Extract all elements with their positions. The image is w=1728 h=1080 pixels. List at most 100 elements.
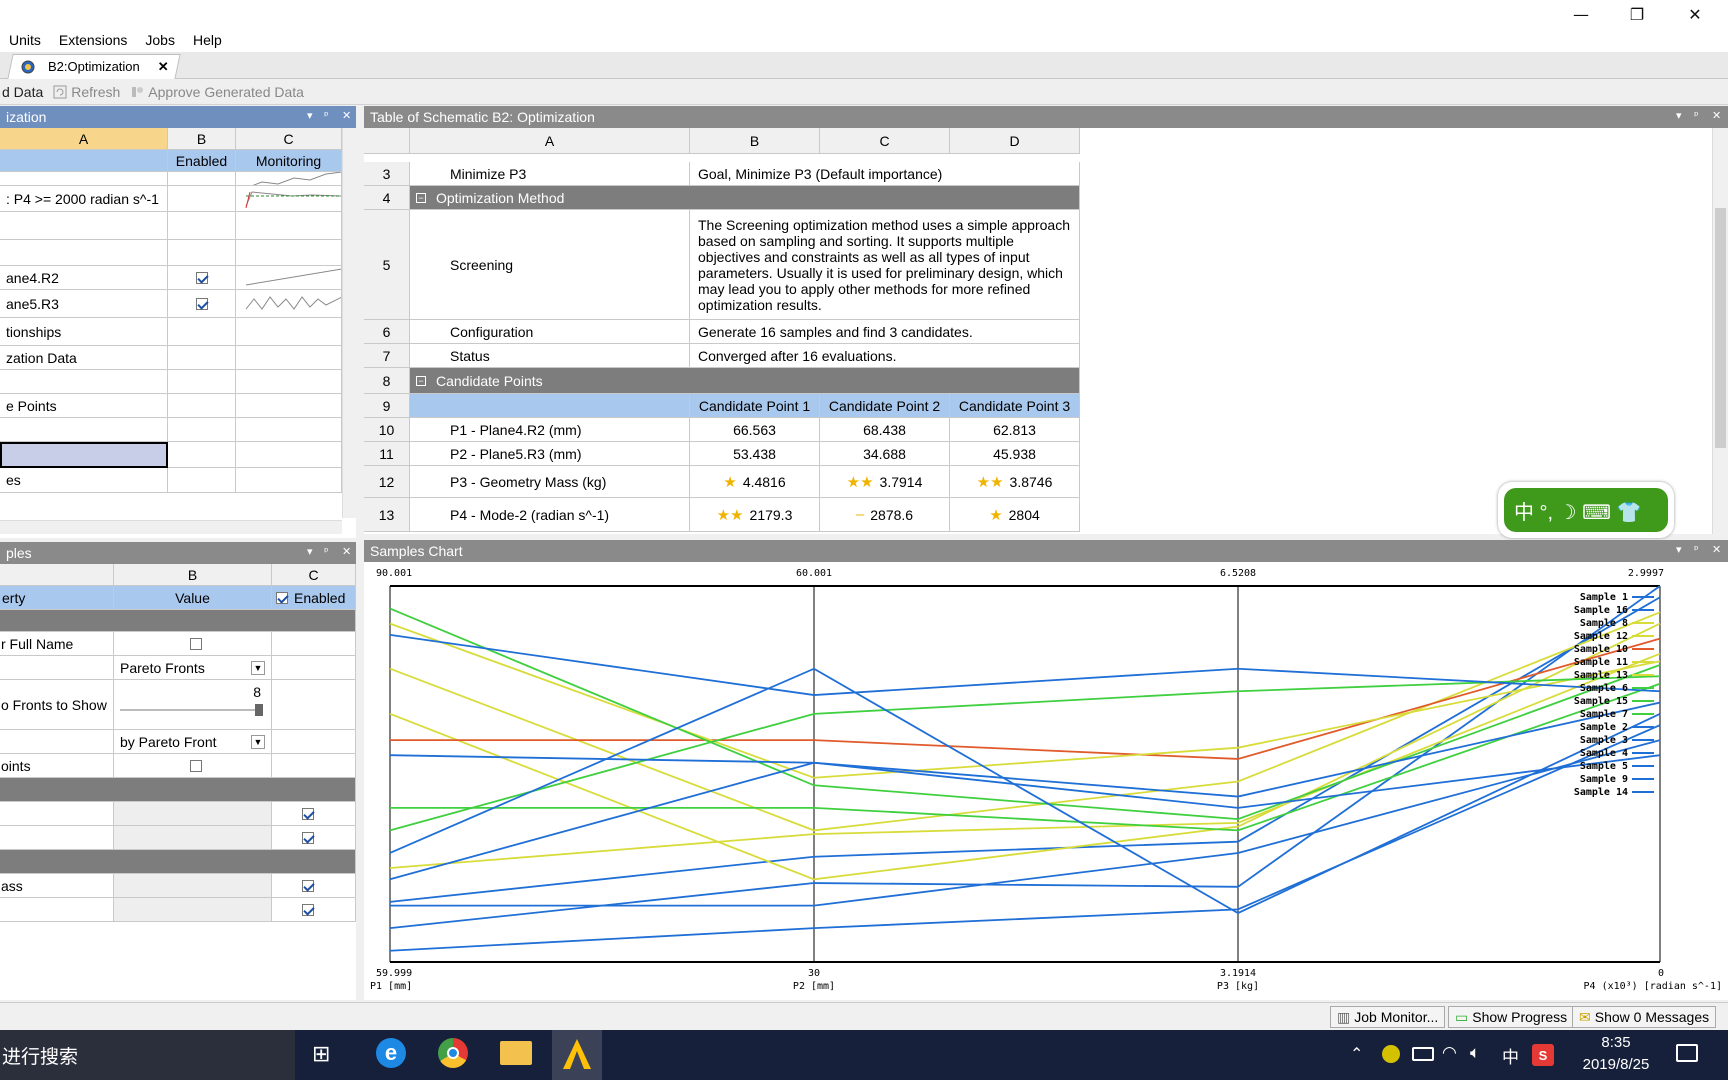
refresh-button[interactable]: Refresh xyxy=(53,84,120,100)
panel-close-icon[interactable]: ✕ xyxy=(1712,109,1721,122)
ansys-taskbar-item[interactable] xyxy=(552,1030,602,1080)
candidate-point-header[interactable]: Candidate Point 3 xyxy=(950,394,1080,418)
menu-units[interactable]: Units xyxy=(0,32,50,48)
pin-icon[interactable]: ᵖ xyxy=(324,109,329,122)
panel-close-icon[interactable]: ✕ xyxy=(342,545,351,558)
outline-row[interactable]: e Points xyxy=(0,394,168,418)
panel-close-icon[interactable]: ✕ xyxy=(1712,543,1721,556)
property-value[interactable]: 8 xyxy=(114,680,272,730)
outline-row[interactable] xyxy=(0,172,168,186)
taskbar-search[interactable]: 进行搜索 xyxy=(0,1030,295,1080)
menu-extensions[interactable]: Extensions xyxy=(50,32,136,48)
property-enabled[interactable] xyxy=(272,680,356,730)
scroll-thumb[interactable] xyxy=(1715,208,1726,448)
enabled-checkbox[interactable] xyxy=(302,903,314,916)
outline-row[interactable]: tionships xyxy=(0,318,168,346)
property-enabled[interactable] xyxy=(272,898,356,922)
ime-language-indicator[interactable]: 中 xyxy=(1502,1043,1519,1068)
ime-floating-bar[interactable]: 中 °, ☽ ⌨ 👕 xyxy=(1498,482,1674,538)
column-header-b[interactable]: B xyxy=(690,128,820,154)
outline-row[interactable] xyxy=(0,418,168,442)
column-header-b[interactable]: B xyxy=(114,564,272,586)
outline-row[interactable] xyxy=(0,212,168,240)
property-value[interactable] xyxy=(114,874,272,898)
enabled-checkbox[interactable] xyxy=(302,831,314,844)
file-explorer-icon[interactable] xyxy=(500,1041,532,1065)
column-header-c[interactable]: C xyxy=(820,128,950,154)
tray-app-icon[interactable] xyxy=(1382,1045,1400,1063)
clock-time[interactable]: 8:35 xyxy=(1566,1034,1666,1051)
pin-icon[interactable]: ᵖ xyxy=(324,545,329,558)
candidate-value[interactable]: ★★ 3.7914 xyxy=(820,466,950,498)
candidate-value[interactable]: –2878.6 xyxy=(820,498,950,532)
property-enabled[interactable] xyxy=(272,826,356,850)
job-monitor-button[interactable]: ▥ Job Monitor... xyxy=(1330,1006,1446,1028)
sogou-icon[interactable]: S xyxy=(1532,1044,1554,1066)
chrome-icon[interactable] xyxy=(438,1038,468,1068)
outline-row[interactable] xyxy=(0,442,168,468)
tab-b2-optimization[interactable]: B2:Optimization ✕ xyxy=(10,54,178,79)
panel-menu-icon[interactable]: ▾ xyxy=(1676,543,1682,556)
notifications-icon[interactable] xyxy=(1676,1044,1698,1062)
edge-icon[interactable]: e xyxy=(376,1038,406,1068)
candidate-point-header[interactable]: Candidate Point 2 xyxy=(820,394,950,418)
pin-icon[interactable]: ᵖ xyxy=(1694,109,1699,122)
property-enabled[interactable] xyxy=(272,730,356,754)
outline-row[interactable] xyxy=(0,370,168,394)
column-header-a[interactable]: A xyxy=(410,128,690,154)
candidate-value[interactable]: ★★ 3.8746 xyxy=(950,466,1080,498)
candidate-value[interactable]: 34.688 xyxy=(820,442,950,466)
outline-row[interactable]: zation Data xyxy=(0,346,168,370)
property-value[interactable] xyxy=(114,898,272,922)
chevron-down-icon[interactable]: ▼ xyxy=(251,734,265,749)
property-enabled[interactable] xyxy=(272,632,356,656)
show-messages-button[interactable]: ✉ Show 0 Messages xyxy=(1572,1006,1717,1028)
approve-generated-data-button[interactable]: Approve Generated Data xyxy=(130,84,304,100)
parallel-chart[interactable]: 90.001 59.999 P1 [mm] 60.001 30 P2 [mm] 6.5208… xyxy=(364,562,1728,1000)
column-header-d[interactable]: D xyxy=(950,128,1080,154)
outline-scrollbar[interactable] xyxy=(342,128,356,518)
panel-menu-icon[interactable]: ▾ xyxy=(307,109,313,122)
pin-icon[interactable]: ᵖ xyxy=(1694,543,1699,556)
property-enabled[interactable] xyxy=(272,754,356,778)
candidate-value[interactable]: 53.438 xyxy=(690,442,820,466)
chevron-up-icon[interactable]: ⌃ xyxy=(1350,1044,1363,1064)
property-value[interactable] xyxy=(114,826,272,850)
property-enabled[interactable] xyxy=(272,802,356,826)
minimize-button[interactable]: — xyxy=(1552,0,1610,28)
section-header[interactable]: − Candidate Points xyxy=(410,368,1080,394)
menu-help[interactable]: Help xyxy=(184,32,231,48)
battery-icon[interactable] xyxy=(1412,1047,1434,1061)
wifi-icon[interactable]: ◠ xyxy=(1442,1043,1457,1063)
panel-menu-icon[interactable]: ▾ xyxy=(1676,109,1682,122)
enabled-checkbox[interactable] xyxy=(302,879,314,892)
panel-menu-icon[interactable]: ▾ xyxy=(307,545,313,558)
outline-row[interactable]: ane5.R3 xyxy=(0,290,168,318)
menu-jobs[interactable]: Jobs xyxy=(136,32,184,48)
outline-hscrollbar[interactable] xyxy=(0,520,342,534)
update-data-button[interactable]: d Data xyxy=(2,84,43,100)
property-value[interactable]: by Pareto Front ▼ xyxy=(114,730,272,754)
property-enabled[interactable] xyxy=(272,656,356,680)
property-value[interactable]: Pareto Fronts ▼ xyxy=(114,656,272,680)
clock-date[interactable]: 2019/8/25 xyxy=(1566,1056,1666,1073)
enable-all-checkbox[interactable] xyxy=(276,591,288,604)
collapse-icon[interactable]: − xyxy=(416,192,426,203)
outline-row[interactable]: : P4 >= 2000 radian s^-1 xyxy=(0,186,168,212)
property-value[interactable] xyxy=(114,632,272,656)
option-checkbox[interactable] xyxy=(189,637,202,650)
candidate-point-header[interactable]: Candidate Point 1 xyxy=(690,394,820,418)
column-header-c[interactable]: C xyxy=(236,128,342,150)
show-progress-button[interactable]: ▭ Show Progress xyxy=(1448,1006,1575,1028)
outline-row[interactable] xyxy=(0,240,168,266)
candidate-value[interactable]: 45.938 xyxy=(950,442,1080,466)
fronts-slider[interactable] xyxy=(120,704,263,716)
option-checkbox[interactable] xyxy=(189,759,202,772)
section-header[interactable]: − Optimization Method xyxy=(410,186,1080,210)
tab-close-icon[interactable]: ✕ xyxy=(158,59,169,75)
collapse-icon[interactable]: − xyxy=(416,375,426,386)
column-header-b[interactable]: B xyxy=(168,128,236,150)
table-scrollbar[interactable] xyxy=(1712,128,1728,534)
property-value[interactable] xyxy=(114,802,272,826)
candidate-value[interactable]: 68.438 xyxy=(820,418,950,442)
